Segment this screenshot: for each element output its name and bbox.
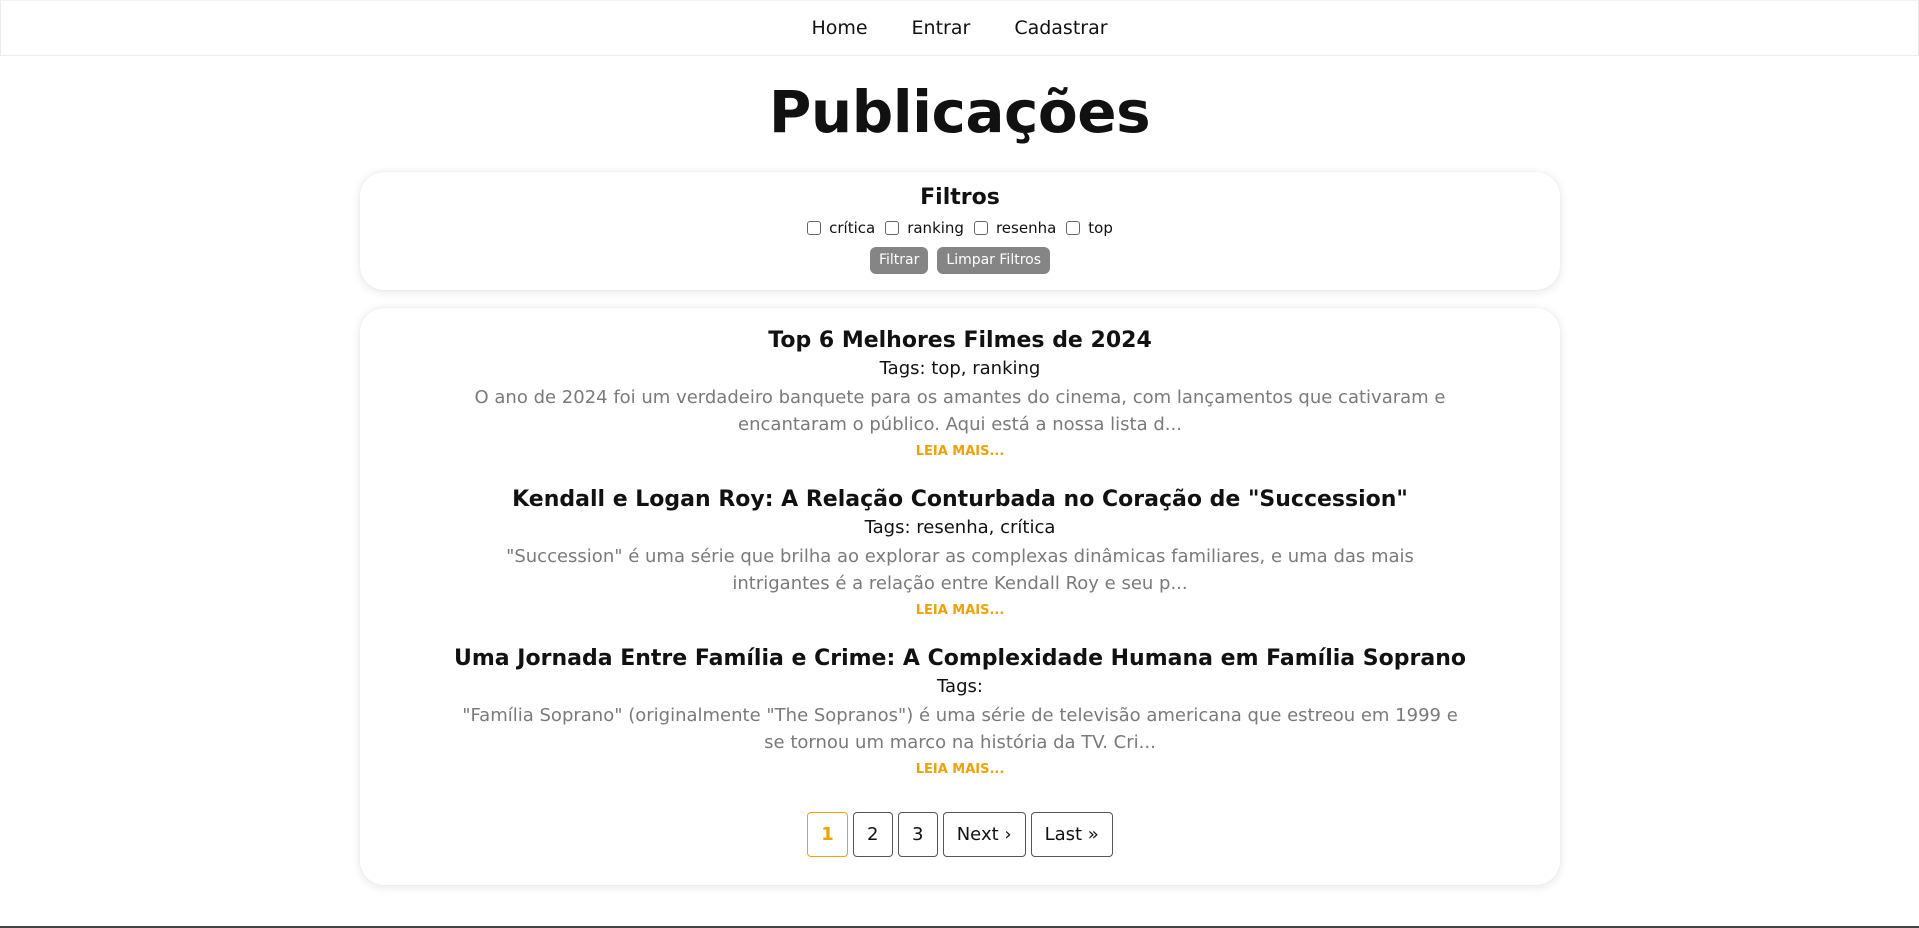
page-2-link[interactable]: 2: [852, 812, 893, 857]
filters-title: Filtros: [920, 185, 1000, 210]
filter-checkbox-ranking[interactable]: [885, 221, 900, 235]
posts-card: Top 6 Melhores Filmes de 2024 Tags: top,…: [360, 308, 1560, 885]
filter-option-critica[interactable]: crítica: [807, 219, 875, 237]
post-item: Top 6 Melhores Filmes de 2024 Tags: top,…: [360, 328, 1560, 459]
post-item: Uma Jornada Entre Família e Crime: A Com…: [360, 646, 1560, 777]
next-page-link[interactable]: Next ›: [942, 812, 1026, 857]
filter-label-ranking: ranking: [907, 219, 964, 237]
post-tags: Tags: top, ranking: [879, 358, 1041, 379]
post-excerpt: "Succession" é uma série que brilha ao e…: [506, 546, 1414, 594]
read-more-link[interactable]: LEIA MAIS...: [360, 762, 1560, 777]
filter-checkbox-critica[interactable]: [807, 221, 822, 235]
last-page-link[interactable]: Last »: [1030, 812, 1113, 857]
post-title: Uma Jornada Entre Família e Crime: A Com…: [454, 646, 1466, 671]
post-tags: Tags:: [937, 676, 983, 697]
filter-button[interactable]: Filtrar: [869, 247, 929, 274]
top-navigation: Home Entrar Cadastrar: [0, 0, 1919, 56]
filter-checkbox-top[interactable]: [1066, 221, 1081, 235]
read-more-link[interactable]: LEIA MAIS...: [360, 444, 1560, 459]
filter-option-top[interactable]: top: [1066, 219, 1113, 237]
filter-options: crítica ranking resenha top: [360, 219, 1560, 237]
page-1-link[interactable]: 1: [807, 812, 848, 857]
post-title: Top 6 Melhores Filmes de 2024: [768, 328, 1152, 353]
post-title: Kendall e Logan Roy: A Relação Conturbad…: [512, 487, 1408, 512]
post-tags: Tags: resenha, crítica: [864, 517, 1056, 538]
filter-buttons: Filtrar Limpar Filtros: [360, 247, 1560, 274]
pagination: 1 2 3 Next › Last »: [360, 812, 1560, 857]
filter-label-top: top: [1088, 219, 1113, 237]
clear-filters-button[interactable]: Limpar Filtros: [937, 247, 1050, 274]
post-item: Kendall e Logan Roy: A Relação Conturbad…: [360, 487, 1560, 618]
filter-option-resenha[interactable]: resenha: [973, 219, 1057, 237]
nav-register-link[interactable]: Cadastrar: [992, 17, 1129, 39]
filter-label-resenha: resenha: [995, 219, 1057, 237]
filter-checkbox-resenha[interactable]: [973, 221, 988, 235]
filter-option-ranking[interactable]: ranking: [885, 219, 964, 237]
filter-label-critica: crítica: [829, 219, 876, 237]
post-excerpt: O ano de 2024 foi um verdadeiro banquete…: [474, 387, 1446, 435]
post-excerpt: "Família Soprano" (originalmente "The So…: [462, 705, 1458, 753]
nav-home-link[interactable]: Home: [789, 17, 889, 39]
filters-card: Filtros crítica ranking resenha top Filt…: [360, 172, 1560, 290]
page-title: Publicações: [768, 78, 1151, 146]
page-3-link[interactable]: 3: [897, 812, 938, 857]
nav-login-link[interactable]: Entrar: [890, 17, 993, 39]
read-more-link[interactable]: LEIA MAIS...: [360, 603, 1560, 618]
